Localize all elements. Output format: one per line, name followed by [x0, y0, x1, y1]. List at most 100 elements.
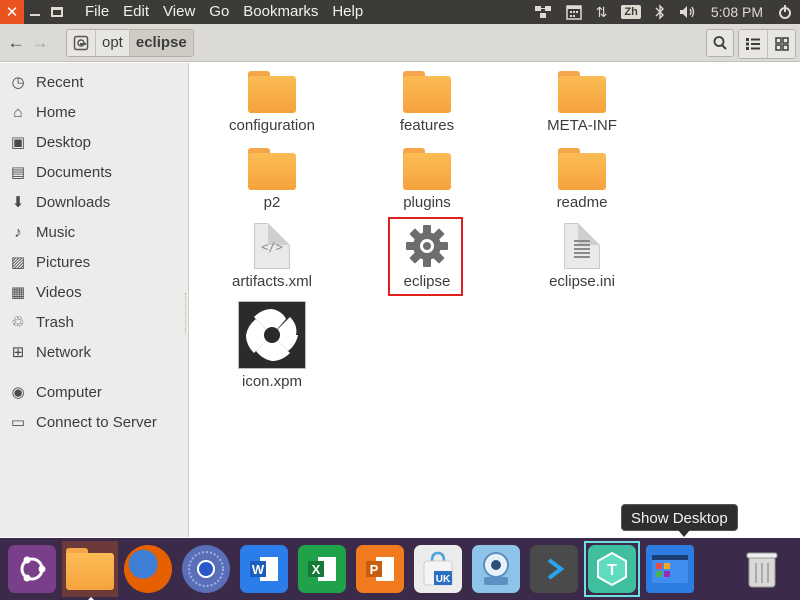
forward-button[interactable]: → — [28, 29, 52, 57]
show-desktop-icon — [646, 545, 694, 593]
file-item[interactable]: eclipse.ini — [504, 223, 660, 290]
sidebar-item-label: Connect to Server — [36, 413, 157, 431]
dock-wps-writer[interactable]: W — [236, 541, 292, 597]
home-icon: ⌂ — [13, 103, 23, 121]
file-item[interactable]: configuration — [194, 71, 350, 134]
dock-code-editor[interactable] — [526, 541, 582, 597]
sidebar-item-home[interactable]: ⌂ Home — [0, 97, 188, 127]
sidebar-item-label: Videos — [36, 283, 82, 301]
documents-icon: ▤ — [10, 164, 26, 181]
file-item[interactable]: readme — [504, 148, 660, 211]
transfer-arrows-icon[interactable]: ⇅ — [589, 0, 615, 24]
search-icon — [713, 36, 727, 50]
power-gear-icon[interactable] — [770, 0, 800, 24]
list-view-button[interactable] — [739, 30, 767, 58]
list-view-icon — [746, 38, 760, 50]
file-item[interactable]: META-INF — [504, 71, 660, 134]
sidebar: ◷ Recent ⌂ Home ▣ Desktop ▤ Documents ⬇ Downl… — [0, 63, 189, 537]
sidebar-item-recent[interactable]: ◷ Recent — [0, 67, 188, 97]
arrow-left-icon: ← — [7, 32, 25, 52]
file-grid: configuration features META-INF p2 plugi… — [190, 63, 800, 537]
dock-ubuntu-dash[interactable] — [4, 541, 60, 597]
file-manager-toolbar: ← → opt eclipse — [0, 24, 800, 62]
folder-icon — [248, 71, 296, 113]
menu-edit[interactable]: Edit — [116, 0, 156, 24]
clock[interactable]: 5:08 PM — [704, 0, 770, 24]
calendar-icon[interactable] — [559, 0, 589, 24]
dock-camera[interactable] — [468, 541, 524, 597]
bluetooth-icon[interactable] — [648, 0, 672, 24]
dock-active-app[interactable]: T — [584, 541, 640, 597]
download-icon: ⬇ — [11, 194, 25, 211]
top-panel: ✕ File Edit View Go Bookmarks Help ⇅ Zh … — [0, 0, 800, 24]
breadcrumb-opt[interactable]: opt — [96, 29, 130, 56]
sidebar-item-label: Music — [36, 223, 76, 241]
close-window-button[interactable]: ✕ — [0, 0, 24, 24]
dock-show-desktop[interactable] — [642, 541, 698, 597]
dock-trash[interactable] — [734, 541, 790, 597]
computer-icon: ◉ — [11, 384, 25, 401]
maximize-window-button[interactable] — [46, 0, 68, 24]
file-name: icon.xpm — [241, 373, 303, 390]
menu-file[interactable]: File — [78, 0, 116, 24]
volume-icon[interactable] — [672, 0, 704, 24]
file-item[interactable]: plugins — [349, 148, 505, 211]
file-name: p2 — [263, 194, 281, 211]
sidebar-separator — [0, 367, 188, 377]
menu-bar: File Edit View Go Bookmarks Help — [78, 0, 370, 24]
dock-wps-presentation[interactable]: P — [352, 541, 408, 597]
sidebar-item-network[interactable]: ⊞ Network — [0, 337, 188, 367]
clock-icon: ◷ — [11, 74, 25, 91]
file-name: features — [399, 117, 455, 134]
dock-firefox[interactable] — [120, 541, 176, 597]
file-item[interactable]: icon.xpm — [194, 301, 350, 390]
sidebar-item-label: Home — [36, 103, 77, 121]
view-toggle — [738, 29, 796, 59]
firefox-icon — [124, 545, 172, 593]
file-item[interactable]: features — [349, 71, 505, 134]
file-item[interactable]: p2 — [194, 148, 350, 211]
software-bag-icon: UK — [414, 545, 462, 593]
menu-bookmarks[interactable]: Bookmarks — [236, 0, 325, 24]
dock-files[interactable] — [62, 541, 118, 600]
file-name: plugins — [403, 194, 451, 211]
ubuntu-logo-icon — [8, 545, 56, 593]
sidebar-resize-handle[interactable] — [185, 293, 187, 333]
image-thumbnail-icon — [238, 301, 306, 369]
selection-highlight — [388, 217, 463, 296]
sidebar-item-documents[interactable]: ▤ Documents — [0, 157, 188, 187]
dock-chromium[interactable] — [178, 541, 234, 597]
maximize-icon — [51, 7, 63, 17]
file-name: artifacts.xml — [231, 273, 312, 290]
spreadsheet-icon: X — [298, 545, 346, 593]
breadcrumb-root-button[interactable] — [67, 29, 96, 56]
toolbar-actions — [706, 29, 796, 59]
folder-icon — [558, 148, 606, 190]
svg-text:UK: UK — [436, 574, 451, 585]
trash-icon: ♲ — [11, 314, 25, 331]
minimize-window-button[interactable] — [24, 0, 46, 24]
search-button[interactable] — [706, 29, 734, 57]
server-icon: ▭ — [10, 414, 26, 431]
sidebar-item-computer[interactable]: ◉ Computer — [0, 377, 188, 407]
sidebar-item-downloads[interactable]: ⬇ Downloads — [0, 187, 188, 217]
sidebar-item-pictures[interactable]: ▨ Pictures — [0, 247, 188, 277]
back-button[interactable]: ← — [4, 29, 28, 57]
svg-text:W: W — [252, 562, 265, 577]
menu-help[interactable]: Help — [325, 0, 370, 24]
sidebar-item-connect-to-server[interactable]: ▭ Connect to Server — [0, 407, 188, 437]
sidebar-item-music[interactable]: ♪ Music — [0, 217, 188, 247]
sidebar-item-trash[interactable]: ♲ Trash — [0, 307, 188, 337]
input-method-indicator[interactable]: Zh — [614, 0, 647, 24]
dock-wps-spreadsheets[interactable]: X — [294, 541, 350, 597]
menu-view[interactable]: View — [156, 0, 202, 24]
sidebar-item-desktop[interactable]: ▣ Desktop — [0, 127, 188, 157]
menu-go[interactable]: Go — [202, 0, 236, 24]
breadcrumb-eclipse[interactable]: eclipse — [129, 29, 193, 56]
sidebar-item-videos[interactable]: ▦ Videos — [0, 277, 188, 307]
file-item[interactable]: </> artifacts.xml — [194, 223, 350, 290]
svg-text:T: T — [607, 562, 617, 579]
dock-ubuntu-software[interactable]: UK — [410, 541, 466, 597]
network-status-icon[interactable] — [527, 0, 559, 24]
grid-view-button[interactable] — [767, 30, 795, 58]
